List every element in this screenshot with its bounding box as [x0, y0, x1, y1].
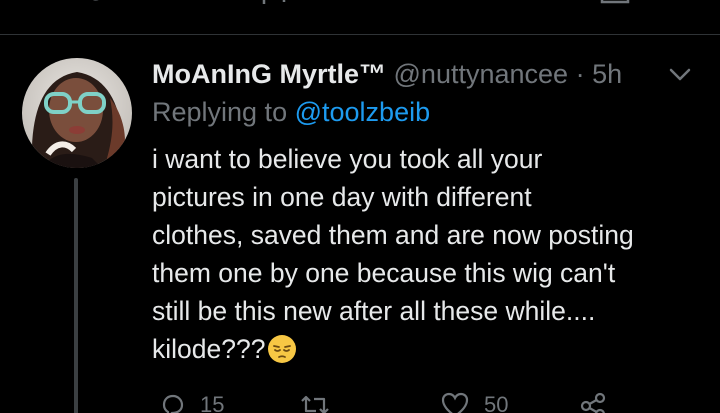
tweet-text-line: i want to believe you took all your — [152, 144, 543, 174]
thread-line — [74, 178, 78, 413]
reply-count: 15 — [200, 392, 225, 413]
share-icon[interactable] — [600, 0, 630, 14]
like-count: 50 — [484, 392, 509, 413]
replying-to: Replying to @toolzbeib — [152, 94, 430, 130]
tweet-text-line: clothes, saved them and are now posting — [152, 220, 634, 250]
header-separator: · — [575, 59, 585, 89]
tweet-text-last-line: kilode??? — [152, 330, 717, 368]
timestamp[interactable]: 5h — [592, 59, 622, 89]
retweet-action[interactable] — [298, 390, 332, 413]
tweet-text: i want to believe you took all your pict… — [152, 140, 717, 368]
tweet-header: MoAnInG Myrtle™ @nuttynancee · 5h — [152, 56, 712, 92]
retweet-icon — [301, 395, 329, 413]
share-icon — [580, 392, 606, 413]
reply-icon[interactable] — [84, 0, 108, 14]
tweet-divider — [0, 34, 720, 35]
pensive-face-emoji — [268, 335, 297, 363]
tweet-text-line: them one by one because this wig can't — [152, 258, 616, 288]
tweet-text-line: still be this new after all these while.… — [152, 296, 596, 326]
avatar[interactable] — [22, 58, 132, 168]
user-handle[interactable]: @nuttynancee — [394, 59, 569, 89]
like-icon — [441, 392, 469, 413]
share-action[interactable] — [578, 390, 608, 413]
replying-prefix: Replying to — [152, 97, 288, 127]
reply-icon — [162, 394, 184, 413]
chevron-down-icon[interactable] — [666, 60, 694, 88]
previous-tweet-actions — [0, 0, 720, 34]
display-name[interactable]: MoAnInG Myrtle™ — [152, 59, 386, 89]
like-action[interactable]: 50 — [440, 390, 508, 413]
tweet-text-line: pictures in one day with different — [152, 182, 532, 212]
replying-mention-link[interactable]: @toolzbeib — [295, 97, 431, 127]
reply-action[interactable]: 15 — [158, 390, 224, 413]
avatar-image — [22, 58, 132, 168]
tweet-text-line: kilode??? — [152, 334, 266, 364]
tweet-actions: 15 50 — [152, 390, 712, 413]
retweet-icon[interactable] — [258, 0, 290, 14]
